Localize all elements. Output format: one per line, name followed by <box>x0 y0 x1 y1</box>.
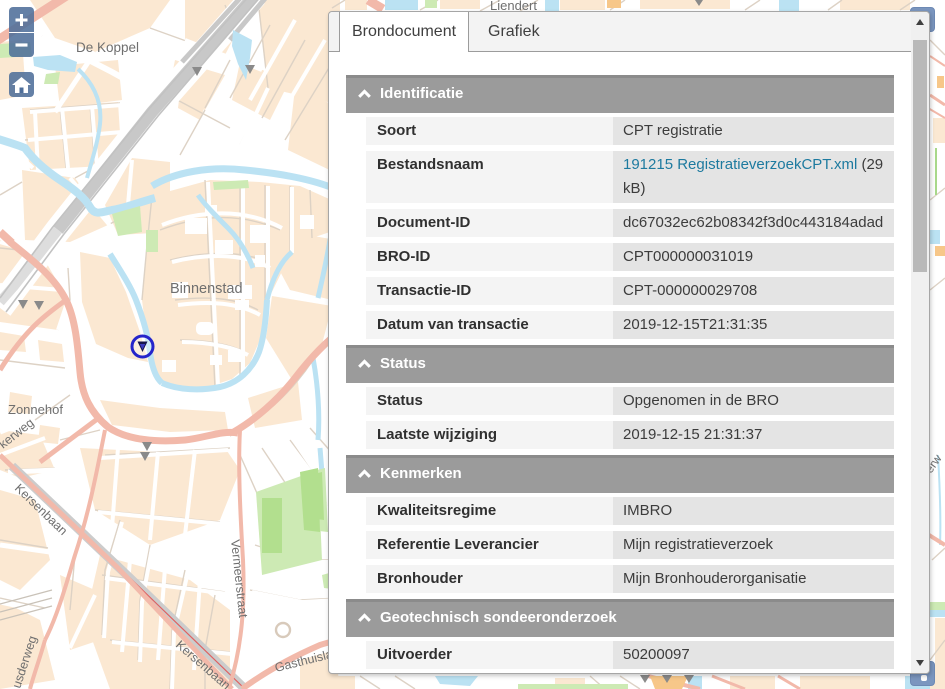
svg-text:Zonnehof: Zonnehof <box>8 402 63 417</box>
svg-text:De Koppel: De Koppel <box>76 40 139 55</box>
svg-text:Binnenstad: Binnenstad <box>170 281 243 297</box>
